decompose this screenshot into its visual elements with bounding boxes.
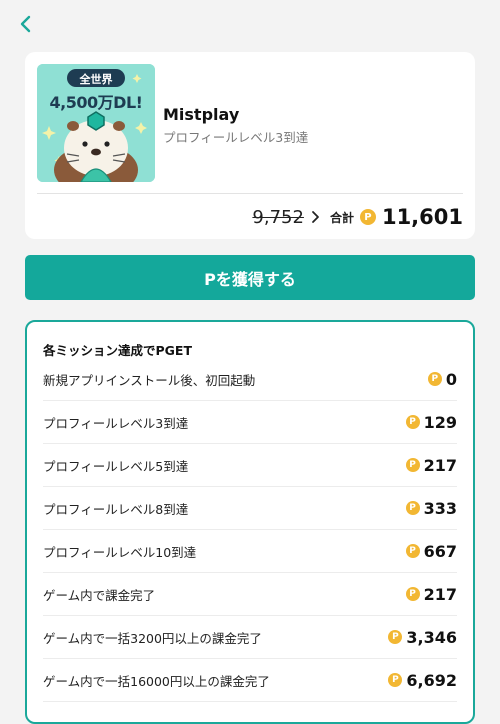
card-divider — [37, 193, 463, 194]
mission-points: 129 — [423, 412, 457, 432]
mission-row: プロフィールレベル3到達 P 129 — [43, 401, 457, 444]
mission-label: プロフィールレベル5到達 — [43, 458, 189, 474]
mission-label: ゲーム内で課金完了 — [43, 587, 156, 603]
mission-row: プロフィールレベル10到達 P 667 — [43, 530, 457, 573]
missions-heading: 各ミッション達成でPGET — [43, 343, 192, 358]
thumbnail-badge-top: 全世界 — [79, 73, 113, 86]
point-coin-icon: P — [427, 372, 442, 386]
old-points-value: 9,752 — [252, 206, 304, 228]
mission-points: 217 — [423, 455, 457, 475]
mission-points: 3,346 — [406, 627, 457, 647]
point-coin-icon: P — [405, 544, 420, 558]
mission-points: 667 — [423, 541, 457, 561]
total-label: 合計 — [329, 210, 354, 225]
point-coin-icon: P — [405, 587, 420, 601]
point-coin-icon: P — [388, 673, 403, 687]
mission-points: 6,692 — [406, 670, 457, 690]
mission-points: 333 — [423, 498, 457, 518]
point-coin-icon: P — [359, 209, 376, 225]
missions-panel: 各ミッション達成でPGET 新規アプリインストール後、初回起動 P0 プロフィー… — [25, 320, 475, 724]
mission-label: ゲーム内で一括3200円以上の課金完了 — [43, 630, 262, 646]
mission-row: 新規アプリインストール後、初回起動 P0 — [43, 358, 457, 401]
app-subtitle: プロフィールレベル3到達 — [163, 130, 309, 145]
mission-label: プロフィールレベル8到達 — [43, 501, 189, 517]
point-coin-icon: P — [388, 630, 403, 644]
mission-row: ゲーム内で一括16000円以上の課金完了 P 6,692 — [43, 659, 457, 702]
thumbnail-badge-bottom: 4,500万DL! — [49, 93, 143, 112]
offer-card: 全世界 4,500万DL! Mistplay プロフィールレベル3到達 9,75… — [25, 52, 475, 239]
point-coin-icon: P — [405, 458, 420, 472]
back-button[interactable] — [14, 10, 36, 38]
mission-label: ゲーム内で一括16000円以上の課金完了 — [43, 673, 270, 689]
mission-label: プロフィールレベル3到達 — [43, 415, 189, 431]
mission-points: 0 — [445, 369, 457, 389]
points-summary: 9,752 合計 P 11,601 — [252, 202, 463, 232]
get-points-button[interactable]: Pを獲得する — [25, 255, 475, 300]
point-coin-icon: P — [405, 501, 420, 515]
mission-row: ゲーム内で一括3200円以上の課金完了 P 3,346 — [43, 616, 457, 659]
mission-row: プロフィールレベル5到達 P 217 — [43, 444, 457, 487]
app-thumbnail[interactable]: 全世界 4,500万DL! — [37, 64, 155, 182]
mission-label: 新規アプリインストール後、初回起動 — [43, 372, 256, 388]
mission-label: プロフィールレベル10到達 — [43, 544, 197, 560]
mission-row: ゲーム内で課金完了 P 217 — [43, 573, 457, 616]
mission-points: 217 — [423, 584, 457, 604]
mission-row: プロフィールレベル8到達 P 333 — [43, 487, 457, 530]
app-title: Mistplay — [163, 105, 240, 124]
chevron-left-icon — [20, 15, 31, 33]
total-points-value: 11,601 — [381, 205, 463, 229]
mission-list: 新規アプリインストール後、初回起動 P0 プロフィールレベル3到達 P 129 プ… — [43, 358, 457, 702]
chevron-right-icon — [312, 211, 319, 223]
point-coin-icon: P — [405, 415, 420, 429]
